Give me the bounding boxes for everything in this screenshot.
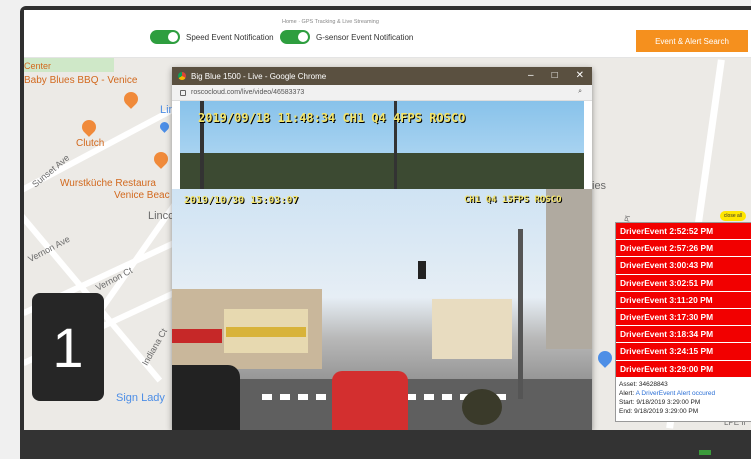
popup-url: roscocloud.com/live/video/46583373 — [191, 89, 305, 96]
event-list-item[interactable]: DriverEvent 3:29:00 PM — [616, 360, 751, 378]
speed-event-label: Speed Event Notification — [186, 32, 274, 42]
event-alert-prefix: Alert: — [619, 389, 636, 397]
restaurant-pin-icon[interactable] — [151, 149, 171, 169]
event-list-panel: close all DriverEvent 2:52:52 PM DriverEv… — [615, 211, 751, 422]
event-list-item[interactable]: DriverEvent 3:24:15 PM — [616, 343, 751, 361]
event-items: DriverEvent 2:52:52 PM DriverEvent 2:57:2… — [616, 223, 751, 378]
top-bar: Home · GPS Tracking & Live Streaming Spe… — [24, 10, 751, 58]
video-stream-2[interactable]: 2019/10/30 15:03:07 CH1 Q4 15FPS ROSCO — [172, 189, 592, 430]
event-end: End: 9/18/2019 3:29:00 PM — [619, 407, 699, 415]
map-label-wurst-1: Wurstküche Restaura — [60, 178, 156, 189]
map-label-sign-lady: Sign Lady — [116, 392, 165, 404]
popup-title-bar: Big Blue 1500 - Live - Google Chrome – □… — [172, 67, 592, 85]
chrome-icon — [178, 72, 186, 80]
map-label-clutch: Clutch — [76, 138, 105, 149]
map-label-ies: ies — [592, 180, 607, 192]
photo-frame: Home · GPS Tracking & Live Streaming Spe… — [0, 0, 751, 459]
video1-osd: 2019/09/18 11:48:34 CH1 Q4 4FPS ROSCO — [198, 111, 466, 125]
speed-event-toggle[interactable] — [150, 30, 180, 44]
video2-red-car — [332, 371, 408, 430]
screen: Home · GPS Tracking & Live Streaming Spe… — [24, 10, 751, 430]
video1-trees — [180, 153, 584, 189]
video2-traffic-light — [418, 261, 426, 279]
event-start: Start: 9/18/2019 3:29:00 PM — [619, 398, 701, 406]
lock-icon — [180, 89, 186, 96]
event-list-item[interactable]: DriverEvent 2:57:26 PM — [616, 240, 751, 258]
gsensor-event-toggle[interactable] — [280, 30, 310, 44]
event-list-item[interactable]: DriverEvent 3:11:20 PM — [616, 291, 751, 309]
event-info: Asset: 34628843 Alert: A DriverEvent Ale… — [616, 378, 751, 418]
power-led — [699, 450, 711, 455]
map-label-indiana: Indiana Ct — [139, 326, 170, 368]
close-all-tag[interactable]: close all — [719, 211, 746, 221]
map-label-wurst-2: Venice Beac — [114, 190, 170, 201]
event-list-item[interactable]: DriverEvent 3:02:51 PM — [616, 274, 751, 292]
video2-building — [432, 299, 512, 359]
event-alert-link[interactable]: A DriverEvent Alert occured — [636, 390, 715, 397]
video2-black-suv — [172, 365, 240, 430]
zoom-icon[interactable]: ⌕ — [578, 88, 582, 96]
map-label-baby-blues: Baby Blues BBQ - Venice — [24, 75, 138, 86]
video2-pole — [518, 229, 523, 399]
gsensor-event-toggle-row: G-sensor Event Notification — [280, 30, 413, 44]
restaurant-pin-icon[interactable] — [79, 117, 99, 137]
video-stream-1[interactable]: 2019/09/18 11:48:34 CH1 Q4 4FPS ROSCO — [180, 101, 584, 189]
restaurant-pin-icon[interactable] — [121, 89, 141, 109]
location-pin-icon[interactable] — [158, 120, 171, 133]
monitor-bottom-bezel — [20, 430, 751, 459]
map-label-vernon-ave: Vernon Ave — [26, 233, 72, 265]
live-video-popup: Big Blue 1500 - Live - Google Chrome – □… — [172, 67, 592, 430]
event-alert: Alert: A DriverEvent Alert occured — [619, 389, 751, 398]
popup-url-bar[interactable]: roscocloud.com/live/video/46583373 ⌕ — [172, 85, 592, 101]
video2-osd-left: 2019/10/30 15:03:07 — [184, 195, 299, 206]
event-list-item[interactable]: DriverEvent 3:00:43 PM — [616, 257, 751, 275]
video2-awning — [172, 329, 222, 343]
video2-building-right — [546, 189, 592, 349]
video2-awning — [226, 327, 306, 337]
popup-title: Big Blue 1500 - Live - Google Chrome — [191, 71, 327, 81]
event-list-item[interactable]: DriverEvent 3:18:34 PM — [616, 326, 751, 344]
event-list-item[interactable]: DriverEvent 3:17:30 PM — [616, 308, 751, 327]
step-number-badge: 1 — [32, 293, 104, 401]
maximize-icon[interactable]: □ — [552, 70, 558, 81]
video2-mirror — [462, 389, 502, 425]
map-label-center: Center — [24, 61, 52, 71]
event-alert-search-button[interactable]: Event & Alert Search — [636, 30, 748, 52]
speed-event-toggle-row: Speed Event Notification — [150, 30, 274, 44]
gsensor-event-label: G-sensor Event Notification — [316, 32, 414, 42]
video2-osd-right: CH1 Q4 15FPS ROSCO — [464, 195, 562, 205]
event-list-item[interactable]: DriverEvent 2:52:52 PM — [616, 223, 751, 241]
map-label-linc: Linco — [148, 210, 175, 222]
minimize-icon[interactable]: – — [528, 70, 534, 81]
breadcrumb: Home · GPS Tracking & Live Streaming — [282, 19, 379, 25]
close-icon[interactable]: ✕ — [576, 70, 584, 81]
event-asset: Asset: 34628843 — [619, 380, 668, 388]
location-pin-icon[interactable] — [595, 348, 615, 368]
